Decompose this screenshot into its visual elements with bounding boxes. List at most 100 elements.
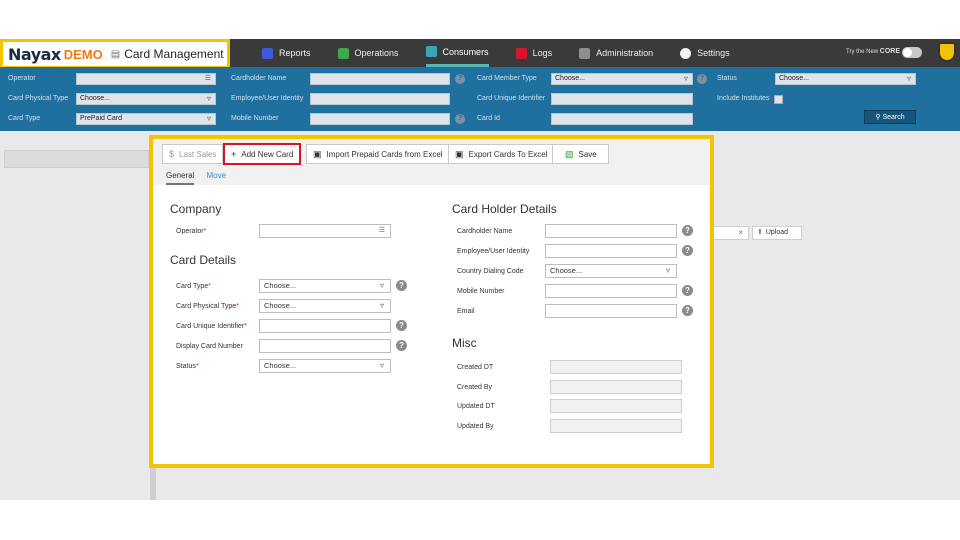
country-dialing-code-select[interactable]: Choose... bbox=[545, 264, 677, 278]
filter-mobile-number-input[interactable] bbox=[310, 113, 450, 125]
nav-reports[interactable]: Reports bbox=[262, 39, 311, 67]
nav-settings[interactable]: Settings bbox=[680, 39, 730, 67]
try-new-prefix: Try the New bbox=[846, 49, 879, 55]
employee-identity-input[interactable] bbox=[545, 244, 677, 258]
nav-consumers[interactable]: Consumers bbox=[425, 39, 489, 67]
add-new-card-label: Add New Card bbox=[241, 149, 294, 159]
help-icon[interactable]: ? bbox=[682, 225, 693, 236]
card-type-label: Card Type* bbox=[176, 283, 211, 290]
list-icon: ☰ bbox=[204, 75, 211, 82]
nav-label: Logs bbox=[532, 48, 553, 58]
card-type-select[interactable]: Choose... bbox=[259, 279, 391, 293]
administration-icon bbox=[579, 47, 591, 59]
status-label-text: Status bbox=[176, 363, 196, 370]
filter-card-type-label: Card Type bbox=[8, 115, 41, 122]
tab-move[interactable]: Move bbox=[206, 169, 226, 185]
operations-icon bbox=[337, 47, 349, 59]
help-icon[interactable]: ? bbox=[455, 74, 465, 84]
reports-icon bbox=[262, 47, 273, 59]
graduation-cap-icon[interactable] bbox=[938, 42, 956, 62]
filter-card-member-type-label: Card Member Type bbox=[477, 75, 537, 82]
misc-section-title: Misc bbox=[452, 336, 477, 350]
card-physical-type-label: Card Physical Type* bbox=[176, 303, 239, 310]
import-prepaid-button[interactable]: ▣ Import Prepaid Cards from Excel bbox=[306, 144, 450, 164]
created-by-field bbox=[550, 380, 682, 394]
help-icon[interactable]: ? bbox=[455, 114, 465, 124]
upload-button[interactable]: ⬆ Upload bbox=[752, 226, 802, 240]
card-unique-identifier-input[interactable] bbox=[259, 319, 391, 333]
consumers-icon bbox=[425, 46, 437, 57]
card-unique-identifier-label-text: Card Unique Identifier bbox=[176, 323, 245, 330]
help-icon[interactable]: ? bbox=[697, 74, 707, 84]
upload-icon: ⬆ bbox=[757, 229, 763, 236]
email-input[interactable] bbox=[545, 304, 677, 318]
display-card-number-label: Display Card Number bbox=[176, 343, 243, 350]
display-card-number-input[interactable] bbox=[259, 339, 391, 353]
core-toggle[interactable] bbox=[902, 47, 922, 58]
logs-icon bbox=[515, 47, 527, 59]
updated-dt-field bbox=[550, 399, 682, 413]
nav-operations[interactable]: Operations bbox=[337, 39, 399, 67]
add-new-card-button[interactable]: + Add New Card bbox=[223, 143, 302, 165]
created-dt-label: Created DT bbox=[457, 364, 494, 371]
operator-label-text: Operator bbox=[176, 228, 204, 235]
filter-card-member-type-select[interactable]: Choose... bbox=[551, 73, 693, 85]
export-cards-label: Export Cards To Excel bbox=[468, 149, 548, 159]
created-by-label: Created By bbox=[457, 384, 493, 391]
filter-cardholder-name-input[interactable] bbox=[310, 73, 450, 85]
tab-general[interactable]: General bbox=[166, 169, 195, 185]
status-label: Status* bbox=[176, 363, 199, 370]
last-sales-label: Last Sales bbox=[179, 149, 217, 159]
search-icon: ⚲ bbox=[875, 114, 881, 121]
card-details-section-title: Card Details bbox=[170, 253, 237, 267]
nav-logs[interactable]: Logs bbox=[515, 39, 553, 67]
filter-cardholder-name-label: Cardholder Name bbox=[231, 75, 287, 82]
nav-label: Consumers bbox=[442, 46, 489, 57]
employee-identity-label: Employee/User Identity bbox=[457, 248, 530, 255]
help-icon[interactable]: ? bbox=[396, 320, 407, 331]
filter-operator-input[interactable]: ☰ bbox=[76, 73, 216, 85]
cardholder-name-input[interactable] bbox=[545, 224, 677, 238]
clear-icon[interactable]: × bbox=[738, 228, 743, 237]
updated-by-label: Updated By bbox=[457, 423, 494, 430]
nayax-logo: Nayax bbox=[8, 44, 61, 64]
export-cards-button[interactable]: ▣ Export Cards To Excel bbox=[448, 144, 555, 164]
mobile-number-input[interactable] bbox=[545, 284, 677, 298]
filter-card-id-input[interactable] bbox=[551, 113, 693, 125]
brand-header: Nayax DEMO ▤ Card Management bbox=[0, 39, 230, 69]
nav-label: Settings bbox=[697, 48, 730, 58]
card-physical-type-label-text: Card Physical Type bbox=[176, 303, 237, 310]
mobile-number-label: Mobile Number bbox=[457, 288, 505, 295]
demo-label: DEMO bbox=[63, 46, 103, 62]
nav-administration[interactable]: Administration bbox=[579, 39, 653, 67]
operator-input[interactable] bbox=[259, 224, 391, 238]
nav-label: Administration bbox=[596, 48, 654, 58]
upload-label: Upload bbox=[765, 229, 789, 236]
filter-card-physical-type-select[interactable]: Choose... bbox=[76, 93, 216, 105]
filter-employee-identity-input[interactable] bbox=[310, 93, 450, 105]
company-section-title: Company bbox=[170, 202, 222, 216]
email-label: Email bbox=[457, 308, 475, 315]
try-new-core[interactable]: Try the New CORE bbox=[846, 48, 900, 55]
help-icon[interactable]: ? bbox=[682, 305, 693, 316]
filter-card-unique-identifier-input[interactable] bbox=[551, 93, 693, 105]
status-select[interactable]: Choose... bbox=[259, 359, 391, 373]
help-icon[interactable]: ? bbox=[396, 280, 407, 291]
updated-dt-label: Updated DT bbox=[457, 403, 495, 410]
operator-label: Operator* bbox=[176, 228, 207, 235]
search-button[interactable]: ⚲ Search bbox=[864, 110, 916, 124]
card-editor-panel: $ Last Sales + Add New Card ▣ Import Prepai… bbox=[149, 135, 714, 468]
include-institutes-checkbox[interactable] bbox=[774, 95, 783, 104]
help-icon[interactable]: ? bbox=[396, 340, 407, 351]
last-sales-button[interactable]: $ Last Sales bbox=[162, 144, 224, 164]
country-dialing-code-label: Country Dialing Code bbox=[457, 268, 524, 275]
filter-card-type-select[interactable]: PrePaid Card bbox=[76, 113, 216, 125]
help-icon[interactable]: ? bbox=[682, 285, 693, 296]
save-button[interactable]: ▧ Save bbox=[552, 144, 609, 164]
filter-status-select[interactable]: Choose... bbox=[775, 73, 916, 85]
card-physical-type-select[interactable]: Choose... bbox=[259, 299, 391, 313]
try-new-brand: CORE bbox=[879, 48, 901, 55]
filter-bar: Operator ☰ Card Physical Type Choose... … bbox=[0, 67, 960, 131]
help-icon[interactable]: ? bbox=[682, 245, 693, 256]
save-label: Save bbox=[578, 149, 597, 159]
